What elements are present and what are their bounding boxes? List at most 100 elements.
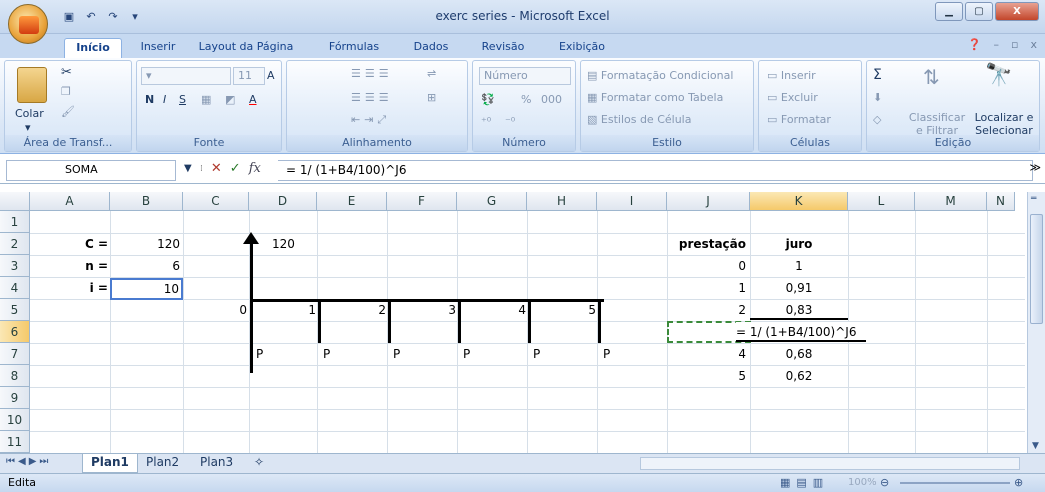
cell-k2[interactable]: juro [750,234,848,254]
zoom-slider[interactable] [900,482,1010,484]
ribbon-close-icon[interactable]: x [1030,38,1037,51]
office-button[interactable] [8,4,48,44]
delete-cells-button[interactable]: ▭ Excluir [767,91,818,104]
timeline-tick-label[interactable]: 2 [338,300,386,320]
sheet-tab-plan3[interactable]: Plan3 [192,454,241,473]
insert-function-icon[interactable]: fx [249,161,261,176]
name-box-dropdown-icon[interactable]: ▼ [184,163,192,174]
tab-inserir[interactable]: Inserir [134,38,182,58]
column-header-n[interactable]: N [987,192,1015,211]
conditional-formatting-button[interactable]: ▤ Formatação Condicional [587,69,733,82]
cell-j2[interactable]: prestação [667,234,746,254]
row-header-4[interactable]: 4 [0,277,30,299]
fill-color-icon[interactable]: ◩ [225,93,235,106]
wrap-text-icon[interactable]: ⇌ [427,67,436,80]
column-header-e[interactable]: E [317,192,387,211]
expand-formula-bar-icon[interactable]: ≫ [1029,161,1041,174]
column-header-i[interactable]: I [597,192,667,211]
timeline-tick-label[interactable]: 5 [548,300,596,320]
zoom-out-icon[interactable]: ⊖ [880,476,889,489]
split-box-icon[interactable]: ═ [1031,194,1036,204]
tab-exibicao[interactable]: Exibição [552,38,612,58]
vertical-scrollbar[interactable]: ═ ▼ [1027,192,1045,453]
font-name-select[interactable]: ▾ [141,67,231,85]
horizontal-align-icons[interactable]: ☰☰☰ [351,91,393,104]
timeline-tick-label[interactable]: 0 [200,300,247,320]
row-header-8[interactable]: 8 [0,365,30,387]
cell-d2[interactable]: 120 [272,234,312,254]
timeline-tick-label[interactable]: 1 [268,300,316,320]
decimal-decrease-icon[interactable]: ⁻⁰ [505,115,515,128]
column-header-k[interactable]: K [750,192,848,211]
formula-input[interactable]: = 1/ (1+B4/100)^J6 [278,160,1033,181]
select-all-corner[interactable] [0,192,30,211]
cell-b4[interactable]: 10 [110,278,183,300]
minimize-button[interactable]: ▁ [935,2,963,21]
cell-j3[interactable]: 0 [667,256,746,276]
fill-icon[interactable]: ⬇ [873,91,882,104]
column-header-h[interactable]: H [527,192,597,211]
cell-k4[interactable]: 0,91 [750,278,848,298]
paste-button[interactable]: Colar [15,107,44,120]
payment-label[interactable]: P [393,344,413,364]
column-header-m[interactable]: M [915,192,987,211]
row-header-10[interactable]: 10 [0,409,30,431]
cell-j5[interactable]: 2 [667,300,746,320]
timeline-tick-label[interactable]: 3 [408,300,456,320]
column-header-b[interactable]: B [110,192,183,211]
row-header-3[interactable]: 3 [0,255,30,277]
column-header-f[interactable]: F [387,192,457,211]
payment-label[interactable]: P [603,344,623,364]
cut-icon[interactable]: ✂ [61,65,72,80]
cell-k7[interactable]: 0,68 [750,344,848,364]
decimal-increase-icon[interactable]: ⁺⁰ [481,115,491,128]
cell-a3[interactable]: n = [30,256,108,276]
indent-icons[interactable]: ⇤⇥⤢ [351,113,390,127]
column-header-a[interactable]: A [30,192,110,211]
font-size-select[interactable]: 11 [233,67,265,85]
payment-label[interactable]: P [323,344,343,364]
vertical-scroll-thumb[interactable] [1030,214,1043,324]
tab-dados[interactable]: Dados [408,38,454,58]
column-header-g[interactable]: G [457,192,527,211]
zoom-level[interactable]: 100% [848,477,877,488]
ribbon-minimize-icon[interactable]: – [994,38,1000,51]
help-icon[interactable]: ❓ [968,38,982,51]
format-painter-icon[interactable]: 🖌 [61,105,75,118]
enter-entry-icon[interactable]: ✓ [230,161,241,176]
cell-b3[interactable]: 6 [110,256,180,276]
bold-button[interactable]: N [145,93,154,106]
view-buttons-icon[interactable]: ▦▤▥ [780,476,829,489]
zoom-in-icon[interactable]: ⊕ [1014,476,1023,489]
percent-button[interactable]: % [521,93,531,106]
number-format-select[interactable]: Número [479,67,571,85]
cell-k3[interactable]: 1 [750,256,848,276]
insert-sheet-icon[interactable]: ✧ [246,454,272,473]
find-select-button[interactable]: Localizar e Selecionar [969,111,1039,137]
cell-k8[interactable]: 0,62 [750,366,848,386]
font-color-icon[interactable]: A [249,93,257,106]
close-button[interactable]: X [995,2,1039,21]
merge-cells-icon[interactable]: ⊞ [427,91,436,104]
row-header-2[interactable]: 2 [0,233,30,255]
borders-icon[interactable]: ▦ [201,93,211,106]
sort-filter-button[interactable]: Classificar e Filtrar [907,111,967,137]
italic-button[interactable]: I [163,93,166,106]
timeline-tick-label[interactable]: 4 [478,300,526,320]
sheet-tab-plan1[interactable]: Plan1 [82,454,138,473]
accounting-format-icon[interactable]: 💱 [481,93,495,106]
paste-dropdown-icon[interactable]: ▾ [25,121,31,134]
cell-j8[interactable]: 5 [667,366,746,386]
cell-k6-editing[interactable]: = 1/ (1+B4/100)^J6 [736,322,866,342]
format-as-table-button[interactable]: ▦ Formatar como Tabela [587,91,723,104]
payment-label[interactable]: P [533,344,553,364]
row-header-5[interactable]: 5 [0,299,30,321]
horizontal-scrollbar[interactable] [640,457,1020,470]
row-header-9[interactable]: 9 [0,387,30,409]
sort-filter-icon[interactable]: ⇅ [923,65,940,89]
cell-b2[interactable]: 120 [110,234,180,254]
row-header-7[interactable]: 7 [0,343,30,365]
cell-j4[interactable]: 1 [667,278,746,298]
vertical-align-icons[interactable]: ☰☰☰ [351,67,393,80]
paste-icon[interactable] [17,67,47,103]
